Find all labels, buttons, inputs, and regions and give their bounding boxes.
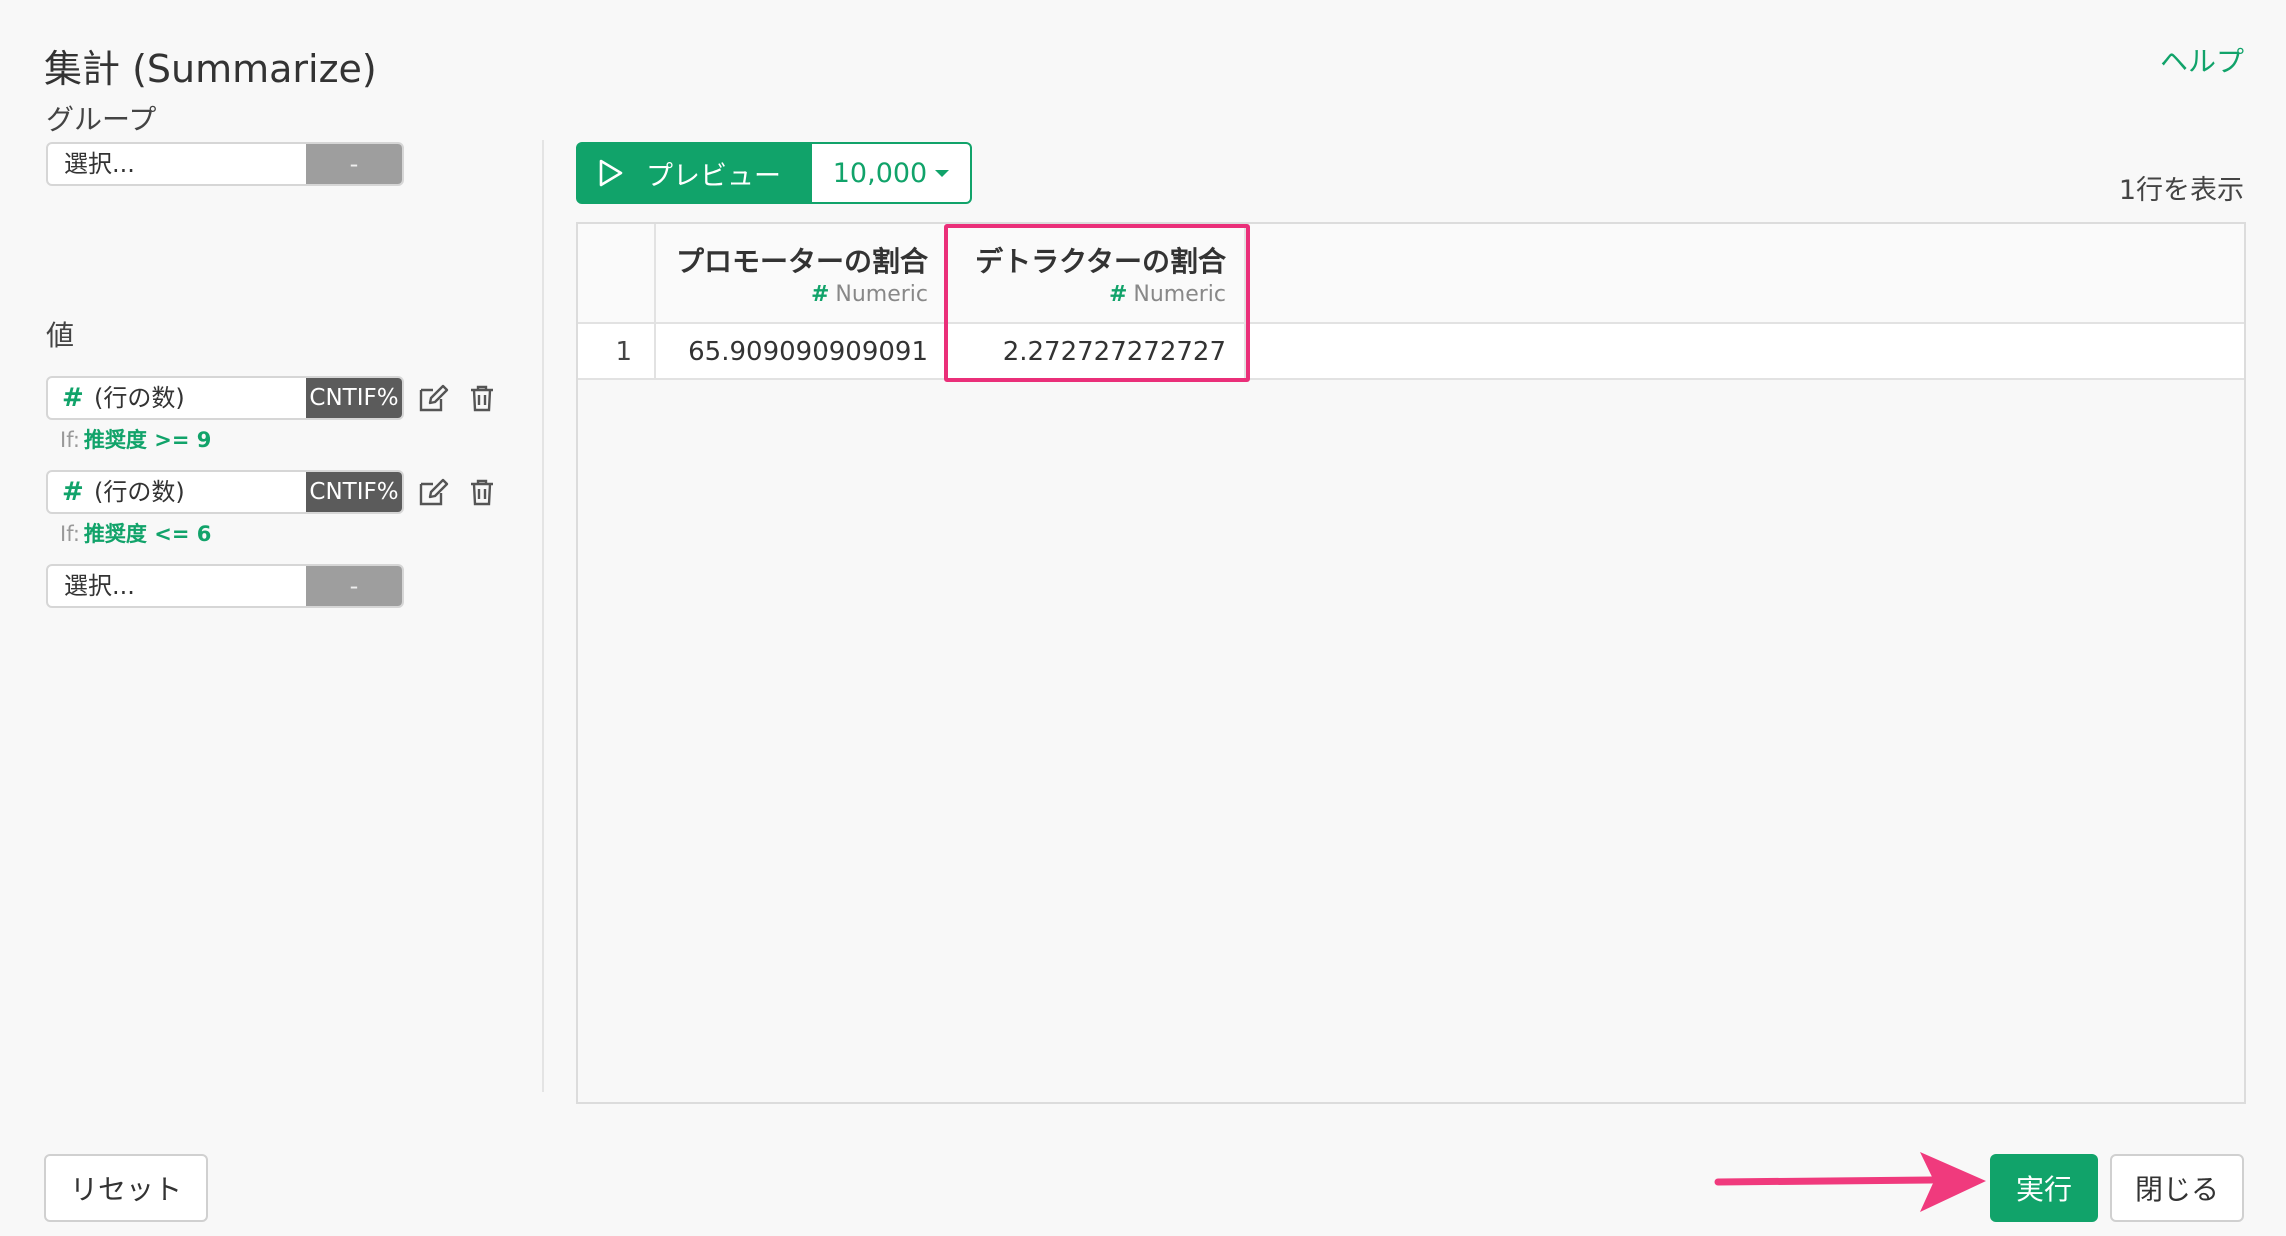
condition-line: If: 推奨度 >= 9: [60, 424, 211, 454]
column-title: プロモーターの割合: [675, 245, 928, 278]
table-cell[interactable]: 65.909090909091: [656, 324, 948, 378]
condition-text[interactable]: 推奨度 <= 6: [84, 522, 211, 546]
numeric-hash-icon: #: [1108, 282, 1128, 307]
aggregate-function-button[interactable]: CNTIF%: [306, 378, 402, 418]
column-type-label: Numeric: [1133, 282, 1226, 307]
close-button[interactable]: 閉じる: [2110, 1154, 2244, 1222]
value-selector-placeholder: 選択...: [64, 572, 135, 600]
row-index-header: [578, 224, 656, 322]
column-title: デトラクターの割合: [975, 245, 1226, 278]
edit-icon[interactable]: [416, 474, 452, 510]
value-name: (行の数): [94, 384, 185, 412]
row-count-label: 1行を表示: [2118, 175, 2244, 206]
dialog-title: 集計 (Summarize): [44, 47, 377, 91]
group-selector-placeholder: 選択...: [64, 150, 135, 178]
group-selector-button[interactable]: -: [306, 144, 402, 184]
numeric-hash-icon: #: [810, 282, 830, 307]
column-header[interactable]: プロモーターの割合 # Numeric: [656, 224, 948, 322]
edit-icon[interactable]: [416, 380, 452, 416]
numeric-hash-icon: #: [62, 383, 84, 413]
arrow-icon: [1714, 1152, 1986, 1212]
trash-icon[interactable]: [464, 474, 500, 510]
condition-text[interactable]: 推奨度 >= 9: [84, 428, 211, 452]
preview-button[interactable]: プレビュー: [576, 142, 812, 204]
run-button[interactable]: 実行: [1990, 1154, 2098, 1222]
aggregate-function-button[interactable]: CNTIF%: [306, 472, 402, 512]
value-selector-button[interactable]: -: [306, 566, 402, 606]
column-type-label: Numeric: [835, 282, 928, 307]
value-row: # (行の数) CNTIF%: [46, 470, 506, 514]
panel-divider: [542, 140, 544, 1092]
table-header: プロモーターの割合 # Numeric デトラクターの割合 # Numeric: [578, 224, 2244, 324]
preview-table: プロモーターの割合 # Numeric デトラクターの割合 # Numeric 1 …: [576, 222, 2246, 1104]
rows-limit-dropdown[interactable]: 10,000: [812, 142, 972, 204]
table-cell[interactable]: 2.272727272727: [948, 324, 1246, 378]
preview-label: プレビュー: [646, 160, 781, 192]
group-selector[interactable]: 選択... -: [46, 142, 404, 186]
condition-line: If: 推奨度 <= 6: [60, 518, 211, 548]
value-field[interactable]: # (行の数) CNTIF%: [46, 470, 404, 514]
row-index: 1: [578, 324, 656, 378]
value-row: # (行の数) CNTIF%: [46, 376, 506, 420]
column-header[interactable]: デトラクターの割合 # Numeric: [948, 224, 1246, 322]
column-type: # Numeric: [811, 282, 928, 307]
if-prefix: If:: [60, 522, 80, 546]
value-field[interactable]: # (行の数) CNTIF%: [46, 376, 404, 420]
value-selector[interactable]: 選択... -: [46, 564, 404, 608]
column-type: # Numeric: [1109, 282, 1226, 307]
caret-down-icon: [935, 169, 950, 177]
summarize-dialog: 集計 (Summarize) ヘルプ グループ 選択... - 値 # (行の数…: [0, 0, 2286, 1236]
group-label: グループ: [46, 103, 157, 136]
values-label: 値: [46, 319, 75, 352]
value-name: (行の数): [94, 478, 185, 506]
trash-icon[interactable]: [464, 380, 500, 416]
if-prefix: If:: [60, 428, 80, 452]
play-icon: [599, 159, 623, 187]
rows-limit-value: 10,000: [832, 157, 928, 189]
numeric-hash-icon: #: [62, 477, 84, 507]
reset-button[interactable]: リセット: [44, 1154, 208, 1222]
help-link[interactable]: ヘルプ: [2160, 40, 2244, 80]
table-row: 1 65.909090909091 2.272727272727: [578, 324, 2244, 380]
preview-toolbar: プレビュー 10,000: [576, 142, 972, 204]
